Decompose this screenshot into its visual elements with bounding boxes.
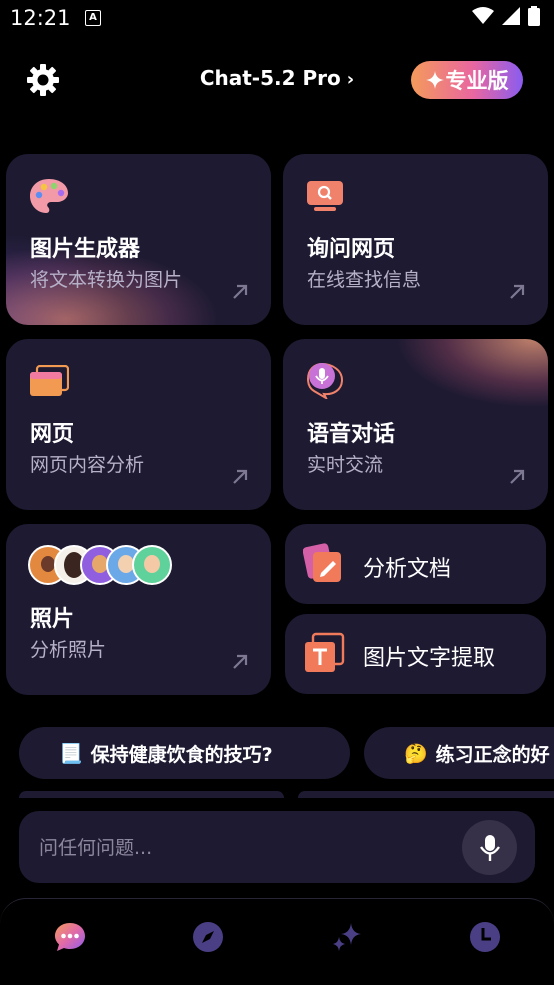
chevron-right-icon: › (346, 69, 355, 90)
image-generator-card[interactable]: 图片生成器 将文本转换为图片 (6, 154, 271, 325)
notification-icon: A (85, 10, 101, 26)
avatar-stack (28, 545, 178, 585)
sparkle-icon (425, 71, 444, 89)
card-subtitle: 将文本转换为图片 (30, 269, 183, 291)
webpage-card[interactable]: 网页 网页内容分析 (6, 339, 271, 510)
wifi-icon (472, 7, 494, 24)
arrow-up-right-icon (510, 469, 525, 484)
chat-icon[interactable] (52, 919, 88, 955)
document-edit-icon (303, 543, 341, 582)
analyze-document-label: 分析文档 (363, 557, 452, 582)
ask-web-card[interactable]: 询问网页 在线查找信息 (283, 154, 548, 325)
chip-text: 保持健康饮食的技巧? (90, 743, 273, 766)
history-clock-icon[interactable] (467, 919, 503, 955)
chat-input-bar (19, 811, 535, 885)
signal-icon (502, 7, 520, 25)
card-title: 询问网页 (307, 237, 396, 262)
chip-emoji: 📃 (59, 742, 83, 765)
palette-icon (30, 179, 68, 213)
sparkles-icon[interactable] (329, 919, 365, 955)
message-input[interactable] (37, 811, 461, 885)
avatar (132, 545, 172, 585)
card-subtitle: 分析照片 (30, 639, 107, 661)
chip-text: 练习正念的好 (435, 743, 550, 766)
arrow-up-right-icon (233, 469, 248, 484)
image-text-extract-label: 图片文字提取 (363, 646, 496, 671)
suggestion-chip-partial[interactable] (298, 791, 554, 798)
arrow-up-right-icon (233, 654, 248, 669)
suggestion-chip-partial[interactable] (19, 791, 284, 798)
photos-card[interactable]: 照片 分析照片 (6, 524, 271, 695)
chip-emoji: 🤔 (404, 742, 428, 765)
pro-label: 专业版 (445, 69, 509, 93)
card-subtitle: 网页内容分析 (30, 454, 145, 476)
analyze-document-button[interactable]: 分析文档 (285, 524, 546, 604)
card-title: 图片生成器 (30, 237, 141, 262)
text-extract-icon (305, 632, 345, 672)
battery-icon (528, 6, 540, 26)
image-text-extract-button[interactable]: 图片文字提取 (285, 614, 546, 694)
microphone-button[interactable] (462, 820, 517, 875)
card-subtitle: 实时交流 (307, 454, 384, 476)
microphone-icon (479, 834, 500, 861)
arrow-up-right-icon (233, 284, 248, 299)
suggestion-chip[interactable]: 🤔 练习正念的好 (364, 727, 554, 779)
pro-upgrade-button[interactable]: 专业版 (411, 61, 523, 99)
voice-chat-card[interactable]: 语音对话 实时交流 (283, 339, 548, 510)
card-title: 照片 (30, 607, 75, 632)
status-icons (472, 6, 540, 26)
card-title: 语音对话 (307, 422, 396, 447)
card-subtitle: 在线查找信息 (307, 269, 422, 291)
web-search-icon (307, 181, 343, 211)
voice-bubble-icon (306, 362, 344, 399)
model-name: Chat-5.2 Pro (199, 66, 341, 90)
suggestion-chip[interactable]: 📃 保持健康饮食的技巧? (19, 727, 350, 779)
bottom-navigation (0, 898, 554, 985)
browser-window-icon (30, 365, 69, 396)
card-title: 网页 (30, 422, 75, 447)
compass-icon[interactable] (190, 919, 226, 955)
arrow-up-right-icon (510, 284, 525, 299)
status-time: 12:21 (10, 6, 71, 30)
